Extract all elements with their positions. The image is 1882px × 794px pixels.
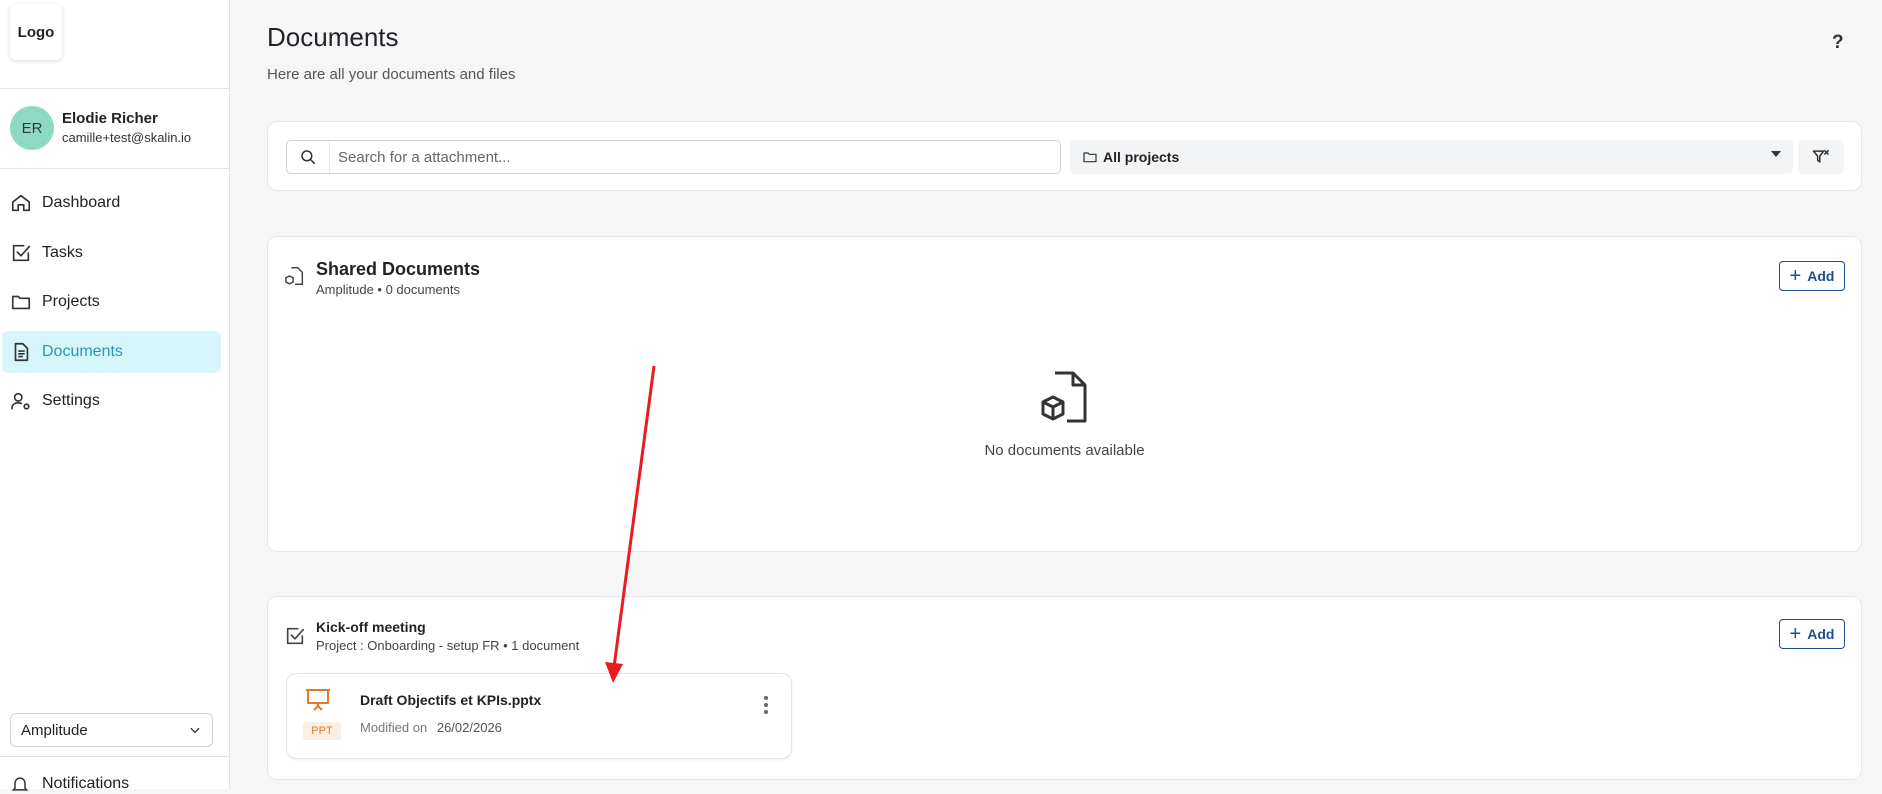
shared-documents-section: Shared Documents Amplitude • 0 documents…: [267, 236, 1862, 552]
empty-state-text: No documents available: [984, 442, 1145, 459]
search-box[interactable]: [286, 140, 1061, 174]
page-subtitle: Here are all your documents and files: [267, 66, 516, 83]
help-button[interactable]: ?: [1832, 32, 1844, 54]
more-options-icon[interactable]: [763, 696, 769, 714]
section-subtitle: Project : Onboarding - setup FR • 1 docu…: [316, 638, 580, 653]
sidebar-item-projects[interactable]: Projects: [2, 281, 221, 323]
workspace-select-value: Amplitude: [21, 721, 88, 739]
sidebar-item-label: Settings: [42, 392, 100, 409]
project-select[interactable]: All projects: [1070, 140, 1793, 174]
document-modified: Modified on 26/02/2026: [360, 720, 502, 735]
filter-bar: All projects: [267, 121, 1862, 191]
folder-icon: [11, 295, 31, 310]
avatar: ER: [10, 106, 54, 150]
caret-down-icon: [1771, 151, 1781, 157]
notifications-label: Notifications: [42, 775, 130, 792]
file-type-badge: PPT: [303, 722, 341, 740]
section-title: Shared Documents: [316, 259, 481, 279]
section-subtitle: Amplitude • 0 documents: [316, 282, 461, 297]
folder-icon: [1083, 152, 1097, 163]
presentation-icon: [306, 689, 330, 711]
sidebar-item-label: Tasks: [42, 244, 83, 261]
search-input[interactable]: [330, 141, 1060, 173]
sidebar-item-label: Dashboard: [42, 194, 121, 211]
document-card[interactable]: PPT Draft Objectifs et KPIs.pptx Modifie…: [286, 673, 792, 759]
kickoff-meeting-section: Kick-off meeting Project : Onboarding - …: [267, 596, 1862, 780]
add-shared-document-button[interactable]: + Add: [1779, 261, 1845, 291]
divider: [0, 88, 230, 89]
plus-icon: +: [1789, 265, 1802, 287]
logo[interactable]: Logo: [10, 4, 62, 60]
sidebar-item-tasks[interactable]: Tasks: [2, 232, 221, 274]
file-box-icon: [1041, 371, 1086, 423]
add-label: Add: [1807, 268, 1835, 284]
user-gear-icon: [11, 392, 30, 410]
section-title: Kick-off meeting: [316, 619, 426, 635]
workspace-select[interactable]: Amplitude: [10, 713, 213, 747]
sidebar: Logo ER Elodie Richer camille+test@skali…: [0, 0, 230, 792]
notifications-item[interactable]: Notifications: [10, 774, 129, 794]
modified-label: Modified on: [360, 720, 428, 735]
section-header: Kick-off meeting Project : Onboarding - …: [284, 617, 579, 655]
sidebar-item-label: Documents: [42, 343, 123, 360]
section-header: Shared Documents Amplitude • 0 documents: [284, 257, 480, 299]
user-email: camille+test@skalin.io: [62, 129, 192, 145]
sidebar-item-label: Projects: [42, 293, 100, 310]
filter-clear-icon: [1812, 149, 1830, 163]
clear-filter-button[interactable]: [1798, 140, 1844, 174]
empty-state: No documents available: [268, 369, 1861, 459]
file-box-icon: [285, 267, 304, 285]
divider: [0, 756, 230, 757]
page-title: Documents: [267, 22, 399, 52]
add-project-document-button[interactable]: + Add: [1779, 619, 1845, 649]
bell-icon: [11, 777, 29, 791]
sidebar-item-documents[interactable]: Documents: [2, 331, 221, 373]
user-name: Elodie Richer: [62, 109, 158, 127]
add-label: Add: [1807, 626, 1835, 642]
user-profile[interactable]: ER Elodie Richer camille+test@skalin.io: [10, 106, 191, 150]
sidebar-item-settings[interactable]: Settings: [2, 380, 221, 422]
plus-icon: +: [1789, 623, 1802, 645]
home-icon: [11, 194, 31, 212]
document-name[interactable]: Draft Objectifs et KPIs.pptx: [360, 692, 541, 708]
checkbox-icon: [12, 244, 31, 262]
project-select-value: All projects: [1103, 149, 1180, 165]
sidebar-item-dashboard[interactable]: Dashboard: [2, 182, 221, 224]
checkbox-icon: [286, 627, 305, 645]
divider: [0, 168, 230, 169]
search-icon: [301, 150, 316, 165]
document-icon: [14, 342, 29, 362]
modified-date: 26/02/2026: [436, 720, 502, 735]
chevron-down-icon: [190, 727, 200, 734]
